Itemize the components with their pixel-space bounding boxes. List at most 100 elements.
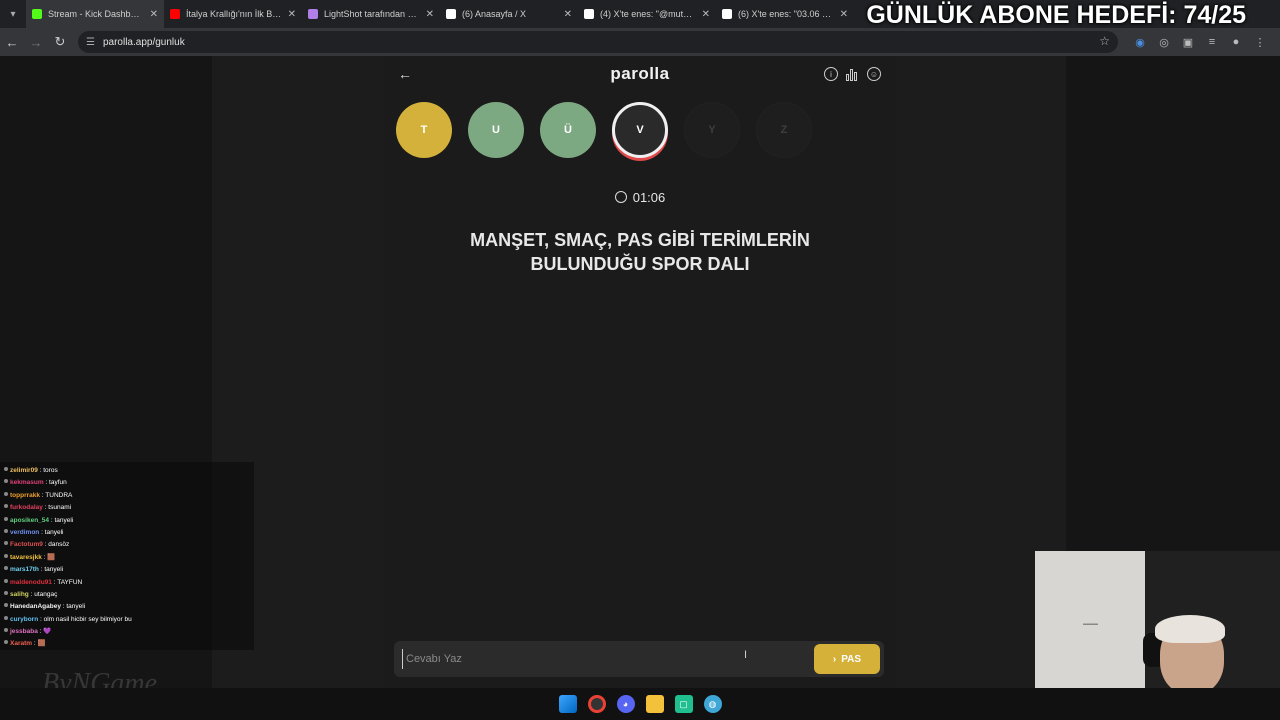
question-text: MANŞET, SMAÇ, PAS GİBİ TERİMLERİN BULUND… [424,228,856,276]
app-header: ← parolla i ☺ [384,56,896,92]
chat-username[interactable]: jessbaba [10,628,38,635]
close-tab-icon[interactable]: ✕ [702,9,710,20]
chat-message: zelimir09 : toros [0,465,254,477]
tab-title: Stream - Kick Dashboard [48,9,144,19]
chat-message: salihg : utangaç [0,589,254,601]
discord-icon[interactable]: ◕ [616,695,635,713]
chat-username[interactable]: Xaratm [10,640,32,647]
info-icon[interactable]: i [824,67,838,81]
address-bar: ← → ↻ ☰ parolla.app/gunluk ☆ ◉ ◎ ▣ ≡ ● ⋮ [0,28,1280,56]
chat-username[interactable]: Factotum9 [10,541,43,548]
close-tab-icon[interactable]: ✕ [564,9,572,20]
media-controls-icon[interactable]: ≡ [1200,36,1224,48]
chat-username[interactable]: kekmasum [10,479,44,486]
chat-username[interactable]: topprrakk [10,492,40,499]
windows-start-icon[interactable] [558,695,577,713]
bookmark-star-icon[interactable]: ☆ [1099,34,1110,48]
more-menu-icon[interactable]: ⋮ [1248,36,1272,49]
pass-button[interactable]: › PAS [814,644,880,674]
browser-tab[interactable]: (6) Anasayfa / X ✕ [440,0,578,28]
chat-badge-icon [4,566,8,571]
chat-username[interactable]: aposiken_54 [10,517,49,524]
chat-message: Xaratm : 🟫 [0,638,254,650]
letter-circle-wrong: T [396,102,452,158]
chat-badge-icon [4,640,8,645]
chat-message: topprrakk : TUNDRA [0,490,254,502]
chat-badge-icon [4,479,8,484]
site-info-icon[interactable]: ☰ [86,37,95,48]
forward-icon[interactable]: → [24,28,48,56]
reload-icon[interactable]: ↻ [48,28,72,56]
letter-circle-current: V [612,102,668,158]
chat-username[interactable]: curyborn [10,616,38,623]
chrome-icon[interactable] [587,695,606,713]
chat-message: mars17th : tanyeli [0,564,254,576]
chat-username[interactable]: maldenodu91 [10,579,52,586]
chat-badge-icon [4,504,8,509]
chat-username[interactable]: tavaresjkk [10,554,42,561]
chat-text: tanyeli [54,516,74,524]
chat-username[interactable]: zelimir09 [10,467,38,474]
lightshot-icon [308,9,318,19]
extension-icon[interactable]: ◎ [1152,36,1176,49]
chat-username[interactable]: salihg [10,591,29,598]
text-cursor-icon: I [744,649,748,661]
browser-tab[interactable]: LightShot tarafından Ekran ✕ [302,0,440,28]
chat-message: HanedanAgabey : tanyeli [0,601,254,613]
chat-message: maldenodu91 : TAYFUN [0,577,254,589]
close-tab-icon[interactable]: ✕ [840,9,848,20]
back-icon[interactable]: ← [0,28,24,56]
chat-text: 🟫 [47,553,56,561]
profile-avatar[interactable]: ● [1224,36,1248,48]
chat-badge-icon [4,590,8,595]
browser-tab[interactable]: (6) X'te enes: "03.06 https ✕ [716,0,854,28]
app-icon[interactable]: ▢ [674,695,693,713]
chat-text: olm nasil hicbir sey bilmiyor bu [43,615,132,623]
tab-title: İtalya Krallığı'nın İlk Başkenti [186,9,282,19]
browser-tab[interactable]: İtalya Krallığı'nın İlk Başkenti ✕ [164,0,302,28]
profile-icon[interactable]: ☺ [867,67,881,81]
chat-username[interactable]: verdimon [10,529,39,536]
question-line-2: BULUNDUĞU SPOR DALI [530,254,750,274]
chat-username[interactable]: HanedanAgabey [10,603,61,610]
close-tab-icon[interactable]: ✕ [150,9,158,20]
browser-tab[interactable]: (4) X'te enes: "@mutantse ✕ [578,0,716,28]
network-app-icon[interactable]: ◍ [703,695,722,713]
url-bar[interactable]: ☰ parolla.app/gunluk ☆ [78,31,1118,53]
x-icon [722,9,732,19]
answer-input[interactable] [402,649,802,669]
chat-message: tavaresjkk : 🟫 [0,552,254,564]
clock-icon [614,191,627,203]
timer: 01:06 [384,190,896,205]
stats-icon[interactable] [846,67,860,81]
audio-extension-icon[interactable]: ◉ [1128,36,1152,49]
letter-circle-correct: U [468,102,524,158]
chat-badge-icon [4,603,8,608]
close-tab-icon[interactable]: ✕ [288,9,296,20]
puzzle-icon[interactable]: ▣ [1176,36,1200,49]
chat-text: 💜 [43,628,52,636]
chat-text: tanyeli [44,566,64,574]
chat-text: tanyeli [66,603,86,611]
chat-text: TUNDRA [45,491,73,499]
chat-username[interactable]: furkodalay [10,504,43,511]
tab-search-button[interactable]: ▾ [0,0,26,28]
parolla-app: ← parolla i ☺ TUÜVYZ 01:06 MANŞET, SMAÇ,… [384,56,896,688]
answer-bar: › PAS [394,641,884,677]
question-line-1: MANŞET, SMAÇ, PAS GİBİ TERİMLERİN [470,230,810,250]
file-explorer-icon[interactable] [645,695,664,713]
tab-title: LightShot tarafından Ekran [324,9,420,19]
kick-icon [32,9,42,19]
youtube-icon [170,9,180,19]
chat-text: tayfun [49,479,67,487]
chat-badge-icon [4,516,8,521]
subscriber-goal-overlay: GÜNLÜK ABONE HEDEFİ: 74/25 [866,1,1246,29]
stream-chat-overlay: zelimir09 : toros kekmasum : tayfun topprr… [0,462,254,650]
close-tab-icon[interactable]: ✕ [426,9,434,20]
chat-username[interactable]: mars17th [10,566,39,573]
x-icon [446,9,456,19]
chat-text: dansöz [48,541,70,549]
chat-message: aposiken_54 : tanyeli [0,515,254,527]
chat-text: tsunami [48,504,72,512]
browser-tab[interactable]: Stream - Kick Dashboard ✕ [26,0,164,28]
